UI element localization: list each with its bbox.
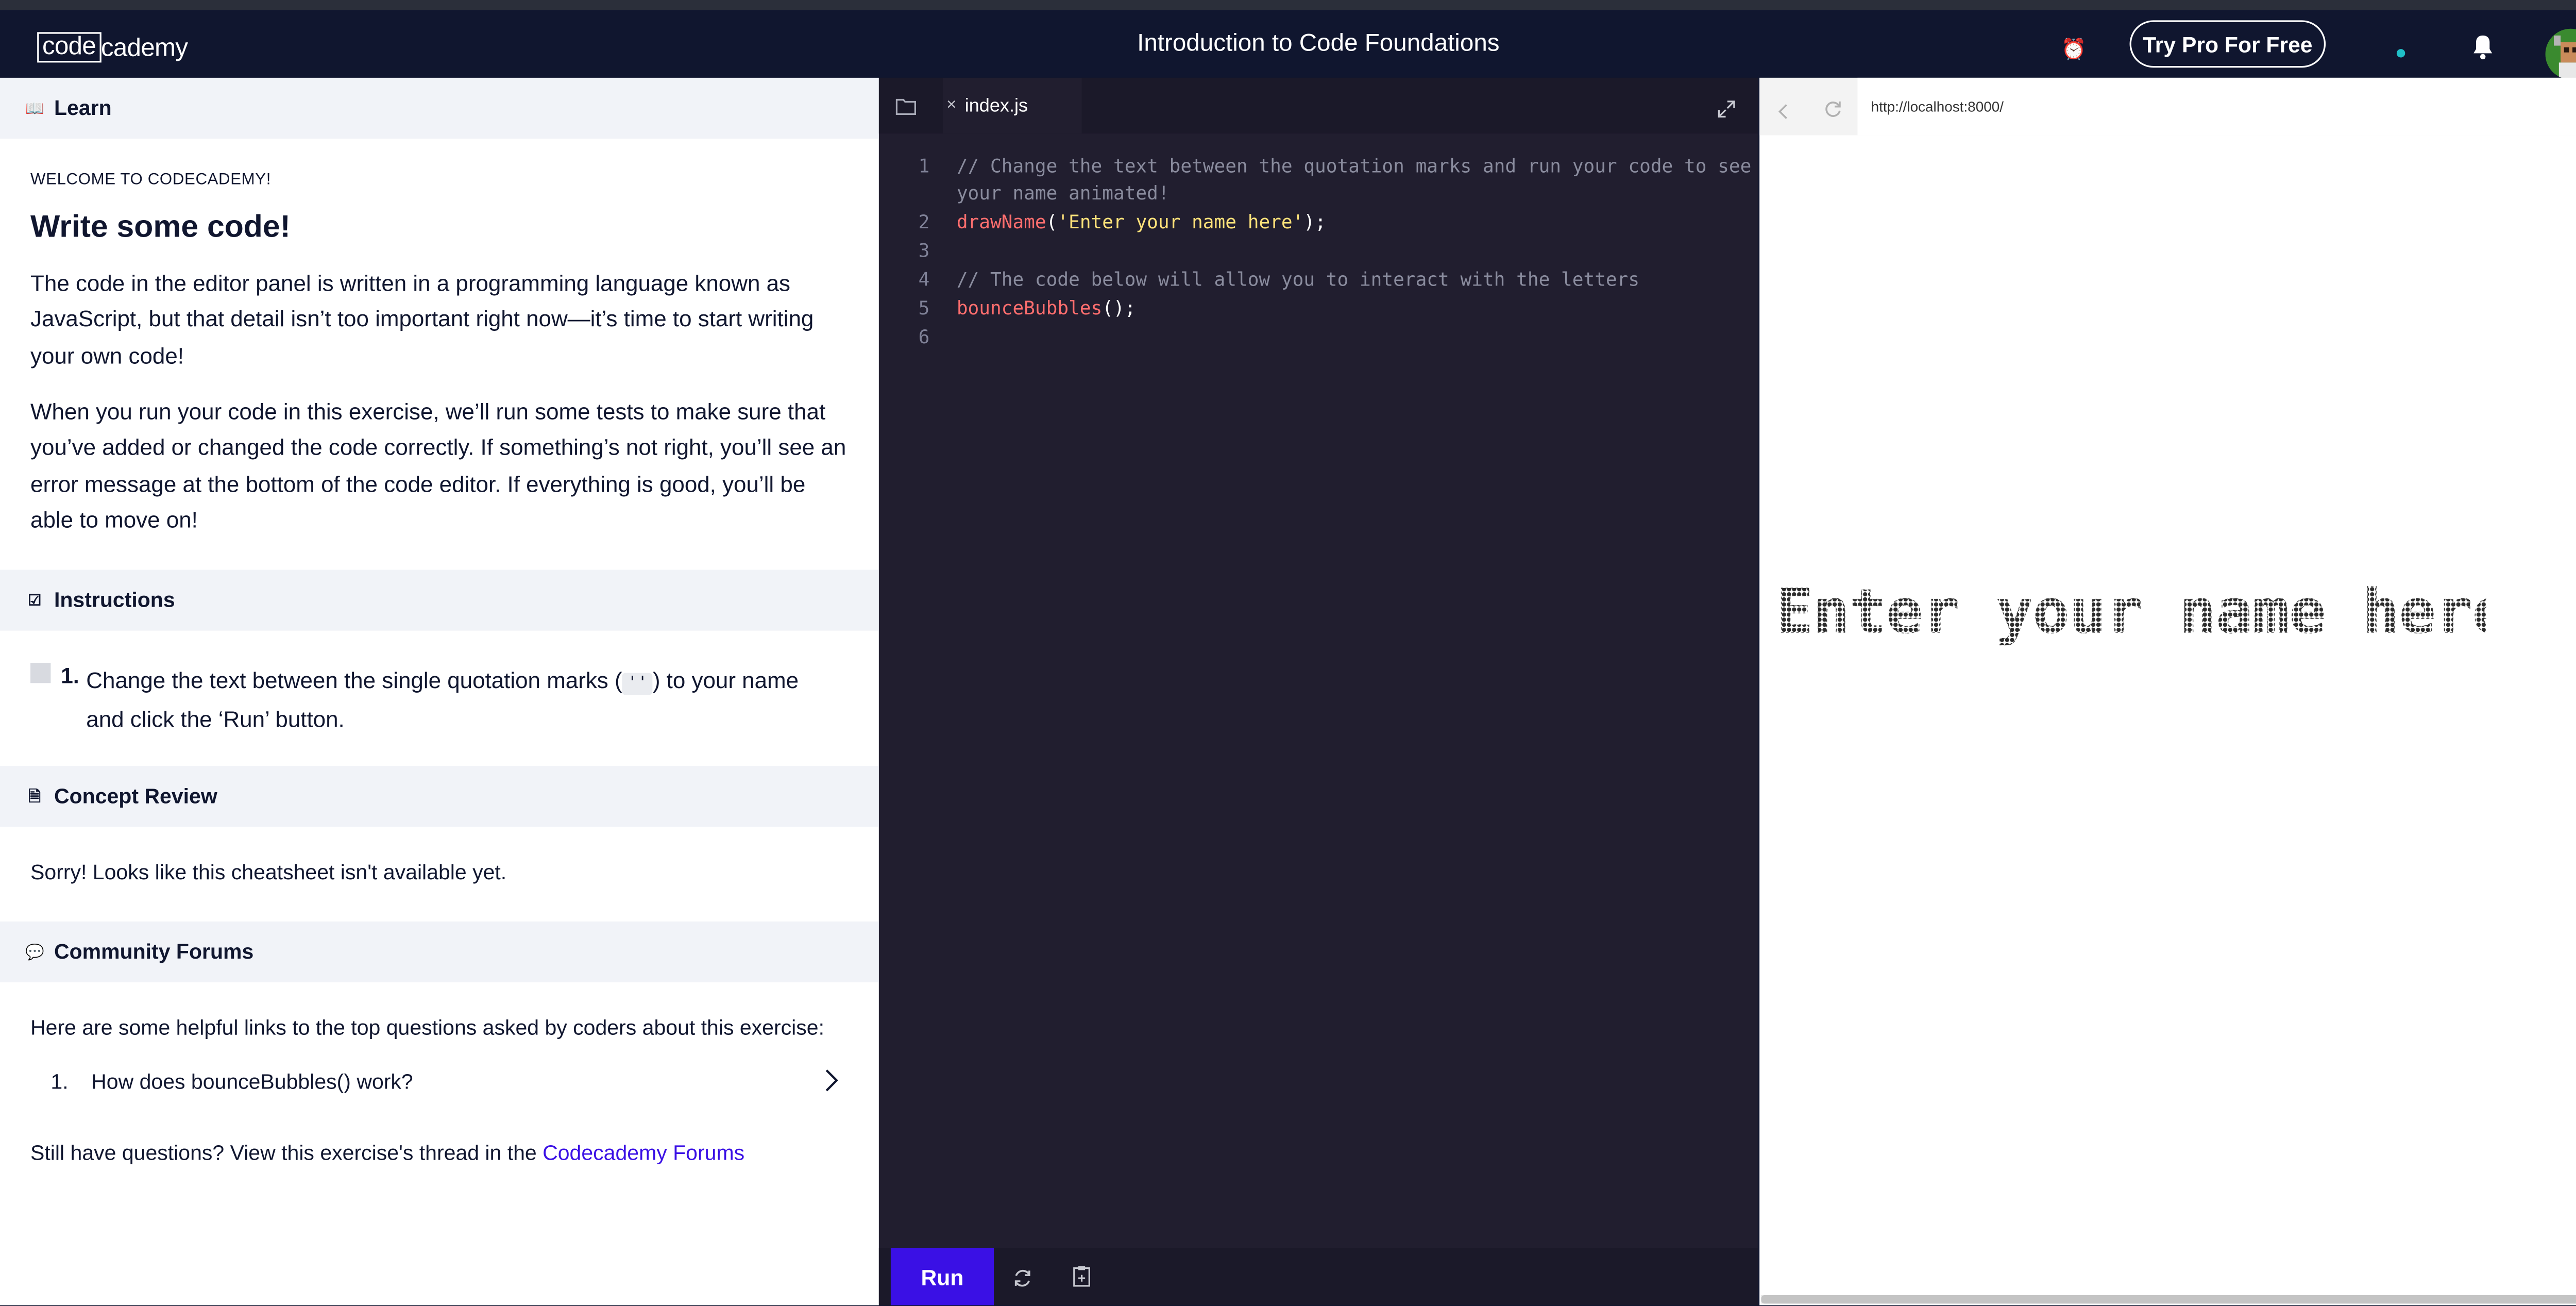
code-function: drawName xyxy=(956,211,1046,233)
learn-section-header: 📖 Learn xyxy=(0,77,879,139)
top-header: code cademy Introduction to Code Foundati… xyxy=(0,0,2576,80)
line-number: 3 xyxy=(918,240,930,262)
book-icon: 📖 xyxy=(25,98,45,116)
line-number: 6 xyxy=(918,326,930,348)
community-intro: Here are some helpful links to the top q… xyxy=(30,1016,824,1040)
line-number: 2 xyxy=(918,211,930,233)
url-field[interactable]: http://localhost:8000/ xyxy=(1857,77,2576,136)
forum-question-link[interactable]: 1. How does bounceBubbles() work? xyxy=(30,1059,849,1102)
line-number: 5 xyxy=(918,297,930,320)
concept-review-message: Sorry! Looks like this cheatsheet isn't … xyxy=(30,860,507,884)
reset-icon[interactable] xyxy=(1012,1266,1032,1297)
code-punct: (); xyxy=(1102,297,1136,320)
code-function: bounceBubbles xyxy=(956,297,1103,320)
editor-tab-bar: × index.js xyxy=(878,77,1758,134)
learn-title: Learn xyxy=(54,96,112,120)
checkbox-icon: ☑ xyxy=(27,591,42,608)
code-string: 'Enter your name here' xyxy=(1057,211,1304,233)
question-text: How does bounceBubbles() work? xyxy=(91,1070,413,1094)
code-punct: ); xyxy=(1303,211,1326,233)
code-line: 4 // The code below will allow you to in… xyxy=(879,269,1758,296)
animated-name-preview[interactable]: Enter your name here xyxy=(1776,551,2486,669)
status-dot xyxy=(2396,49,2405,58)
clipboard-icon[interactable] xyxy=(1072,1265,1092,1295)
task-checkbox[interactable] xyxy=(30,662,51,683)
tab-label: index.js xyxy=(964,95,1028,116)
concept-review-section-header: 🗎 Concept Review xyxy=(0,766,879,827)
code-comment: // The code below will allow you to inte… xyxy=(956,269,1640,291)
code-line: your name animated! xyxy=(879,182,1758,209)
task-number: 1. xyxy=(61,662,79,689)
code-punct: ( xyxy=(1046,211,1058,233)
alarm-clock-icon[interactable]: ⏰ xyxy=(2060,36,2087,62)
task-code: '' xyxy=(622,673,653,695)
code-editor-panel: × index.js 1 // Change the text between … xyxy=(878,77,1758,1305)
eyebrow-text: WELCOME TO CODECADEMY! xyxy=(30,171,272,190)
line-number: 4 xyxy=(918,269,930,291)
instructions-panel: 📖 Learn WELCOME TO CODECADEMY! Write som… xyxy=(0,77,879,1305)
expand-icon[interactable] xyxy=(1717,96,1736,127)
code-line: 1 // Change the text between the quotati… xyxy=(879,156,1758,182)
forums-link[interactable]: Codecademy Forums xyxy=(543,1141,744,1165)
question-number: 1. xyxy=(50,1070,69,1094)
lesson-paragraph-2: When you run your code in this exercise,… xyxy=(30,399,846,533)
chat-icon: 💬 xyxy=(25,942,45,960)
bell-icon[interactable] xyxy=(2469,32,2496,62)
task-text: Change the text between the single quota… xyxy=(86,663,829,738)
tab-index-js[interactable]: × index.js xyxy=(943,77,1082,134)
try-pro-button[interactable]: Try Pro For Free xyxy=(2129,20,2326,68)
close-tab-icon[interactable]: × xyxy=(946,96,956,115)
lesson-heading: Write some code! xyxy=(30,208,291,244)
instructions-section-header: ☑ Instructions xyxy=(0,570,879,631)
preview-name-text: Enter your name here xyxy=(1776,576,2486,647)
community-title: Community Forums xyxy=(54,940,254,964)
code-comment: // Change the text between the quotation… xyxy=(956,155,1752,178)
lesson-paragraph-1: The code in the editor panel is written … xyxy=(30,270,814,368)
run-button[interactable]: Run xyxy=(890,1248,994,1305)
instructions-title: Instructions xyxy=(54,588,175,612)
browser-toolbar: http://localhost:8000/ xyxy=(1759,77,2576,136)
task-text-before: Change the text between the single quota… xyxy=(86,667,622,694)
folder-icon[interactable] xyxy=(895,93,917,123)
code-line: 6 xyxy=(879,326,1758,353)
concept-review-title: Concept Review xyxy=(54,784,217,809)
code-comment-wrap: your name animated! xyxy=(956,182,1170,205)
refresh-icon[interactable] xyxy=(1824,96,1842,127)
code-line: 5 bounceBubbles(); xyxy=(879,297,1758,324)
document-icon: 🗎 xyxy=(28,787,41,804)
browser-panel: http://localhost:8000/ xyxy=(1759,77,2576,1305)
community-footer: Still have questions? View this exercise… xyxy=(30,1141,849,1165)
community-section-header: 💬 Community Forums xyxy=(0,921,879,983)
scrollbar-thumb[interactable] xyxy=(1761,1295,2576,1304)
code-statement: drawName('Enter your name here'); xyxy=(957,211,1742,233)
horizontal-scrollbar[interactable] xyxy=(1761,1295,2576,1304)
back-icon[interactable] xyxy=(1776,98,1790,128)
line-number: 1 xyxy=(918,155,930,178)
code-line: 3 xyxy=(879,240,1758,267)
code-line: 2 drawName('Enter your name here'); xyxy=(879,211,1758,238)
footer-text: Still have questions? View this exercise… xyxy=(30,1141,543,1165)
chevron-right-icon xyxy=(825,1068,838,1100)
editor-run-bar xyxy=(878,1248,1758,1305)
code-statement: bounceBubbles(); xyxy=(957,297,1742,320)
